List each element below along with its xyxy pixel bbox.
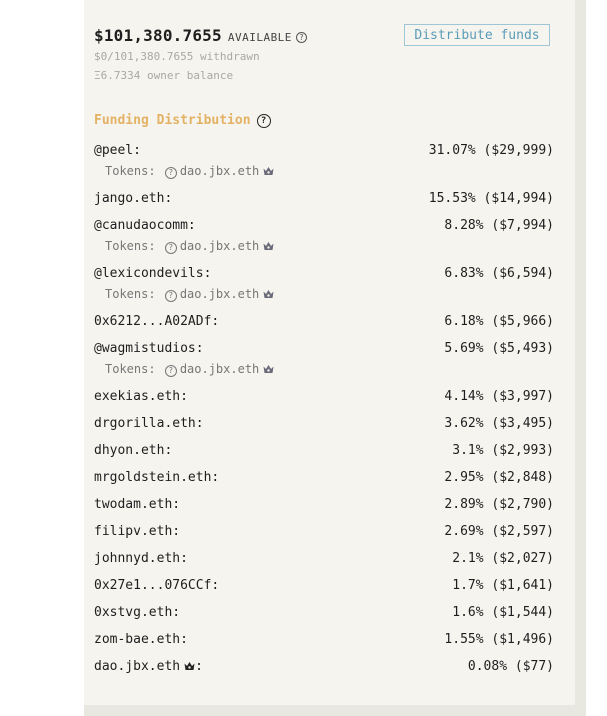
recipient-share: 2.95% ($2,848) — [444, 470, 554, 485]
tokens-label: Tokens: — [105, 164, 156, 178]
question-icon[interactable]: ? — [295, 32, 307, 43]
question-icon[interactable]: ? — [164, 167, 177, 179]
owner-share: 0.08% ($77) — [467, 659, 554, 674]
crown-icon — [263, 165, 274, 179]
distribution-row: filipv.eth: 2.69% ($2,597) — [94, 524, 554, 544]
recipient-name[interactable]: 0x6212...A02ADf: — [94, 314, 219, 329]
available-amount: $101,380.7655 — [94, 26, 222, 45]
distribution-row: dhyon.eth: 3.1% ($2,993) — [94, 443, 554, 463]
recipient-share: 3.62% ($3,495) — [444, 416, 554, 431]
owner-name[interactable]: dao.jbx.eth: — [94, 659, 203, 675]
recipient-name[interactable]: @lexicondevils: — [94, 266, 211, 281]
recipient-name[interactable]: @peel: — [94, 143, 141, 158]
recipient-share: 8.28% ($7,994) — [444, 218, 554, 233]
distribution-row: @canudaocomm: 8.28% ($7,994) — [94, 218, 554, 238]
recipient-share: 1.55% ($1,496) — [444, 632, 554, 647]
funding-card: $101,380.7655 AVAILABLE? $0/101,380.7655 … — [84, 0, 575, 705]
distribution-row: 0x27e1...076CCf: 1.7% ($1,641) — [94, 578, 554, 598]
distribution-row: 0xstvg.eth: 1.6% ($1,544) — [94, 605, 554, 625]
tokens-line: Tokens: ? dao.jbx.eth — [105, 362, 274, 377]
distribution-row: twodam.eth: 2.89% ($2,790) — [94, 497, 554, 517]
tokens-line: Tokens: ? dao.jbx.eth — [105, 164, 274, 179]
owner-balance-text: Ξ6.7334 owner balance — [94, 69, 234, 82]
recipient-name[interactable]: 0xstvg.eth: — [94, 605, 180, 620]
recipient-share: 1.6% ($1,544) — [452, 605, 554, 620]
recipient-share: 6.83% ($6,594) — [444, 266, 554, 281]
recipient-name[interactable]: 0x27e1...076CCf: — [94, 578, 219, 593]
tokens-beneficiary[interactable]: dao.jbx.eth — [180, 164, 259, 178]
recipient-name[interactable]: exekias.eth: — [94, 389, 188, 404]
recipient-share: 2.89% ($2,790) — [444, 497, 554, 512]
recipient-share: 31.07% ($29,999) — [428, 143, 554, 158]
owner-colon: : — [195, 659, 203, 674]
recipient-share: 15.53% ($14,994) — [428, 191, 554, 206]
owner-row: dao.jbx.eth: 0.08% ($77) — [94, 659, 554, 679]
question-icon[interactable]: ? — [164, 365, 177, 377]
crown-icon — [184, 660, 195, 675]
tokens-label: Tokens: — [105, 362, 156, 376]
distribution-row: exekias.eth: 4.14% ($3,997) — [94, 389, 554, 409]
distribution-row: drgorilla.eth: 3.62% ($3,495) — [94, 416, 554, 436]
distribution-row: johnnyd.eth: 2.1% ($2,027) — [94, 551, 554, 571]
recipient-name[interactable]: jango.eth: — [94, 191, 172, 206]
available-label: AVAILABLE — [227, 31, 292, 44]
tokens-line: Tokens: ? dao.jbx.eth — [105, 287, 274, 302]
recipient-share: 3.1% ($2,993) — [452, 443, 554, 458]
tokens-beneficiary[interactable]: dao.jbx.eth — [180, 362, 259, 376]
recipient-share: 2.69% ($2,597) — [444, 524, 554, 539]
tokens-line: Tokens: ? dao.jbx.eth — [105, 239, 274, 254]
recipient-share: 1.7% ($1,641) — [452, 578, 554, 593]
tokens-beneficiary[interactable]: dao.jbx.eth — [180, 287, 259, 301]
withdrawn-text: $0/101,380.7655 withdrawn — [94, 50, 260, 63]
recipient-name[interactable]: @canudaocomm: — [94, 218, 196, 233]
funding-distribution-heading: Funding Distribution — [94, 113, 251, 128]
question-icon[interactable]: ? — [164, 290, 177, 302]
tokens-beneficiary[interactable]: dao.jbx.eth — [180, 239, 259, 253]
recipient-name[interactable]: twodam.eth: — [94, 497, 180, 512]
distribution-row: zom-bae.eth: 1.55% ($1,496) — [94, 632, 554, 652]
tokens-label: Tokens: — [105, 287, 156, 301]
crown-icon — [263, 363, 274, 377]
recipient-name[interactable]: zom-bae.eth: — [94, 632, 188, 647]
tokens-label: Tokens: — [105, 239, 156, 253]
recipient-name[interactable]: johnnyd.eth: — [94, 551, 188, 566]
recipient-name[interactable]: @wagmistudios: — [94, 341, 204, 356]
recipient-name[interactable]: drgorilla.eth: — [94, 416, 204, 431]
recipient-share: 5.69% ($5,493) — [444, 341, 554, 356]
distribution-row: @lexicondevils: 6.83% ($6,594) — [94, 266, 554, 286]
recipient-name[interactable]: filipv.eth: — [94, 524, 180, 539]
crown-icon — [263, 288, 274, 302]
help-icon[interactable]: ? — [256, 114, 271, 128]
distribution-row: 0x6212...A02ADf: 6.18% ($5,966) — [94, 314, 554, 334]
distribution-row: @peel: 31.07% ($29,999) — [94, 143, 554, 163]
recipient-share: 2.1% ($2,027) — [452, 551, 554, 566]
distribution-row: jango.eth: 15.53% ($14,994) — [94, 191, 554, 211]
section-title: Funding Distribution? — [94, 113, 271, 128]
recipient-share: 6.18% ($5,966) — [444, 314, 554, 329]
recipient-share: 4.14% ($3,997) — [444, 389, 554, 404]
panel-shadow: $101,380.7655 AVAILABLE? $0/101,380.7655 … — [84, 0, 586, 716]
question-icon[interactable]: ? — [164, 242, 177, 254]
recipient-name[interactable]: dhyon.eth: — [94, 443, 172, 458]
distribution-row: @wagmistudios: 5.69% ($5,493) — [94, 341, 554, 361]
distribution-row: mrgoldstein.eth: 2.95% ($2,848) — [94, 470, 554, 490]
owner-handle[interactable]: dao.jbx.eth — [94, 659, 180, 674]
distribute-funds-button[interactable]: Distribute funds — [404, 24, 550, 46]
recipient-name[interactable]: mrgoldstein.eth: — [94, 470, 219, 485]
crown-icon — [263, 240, 274, 254]
